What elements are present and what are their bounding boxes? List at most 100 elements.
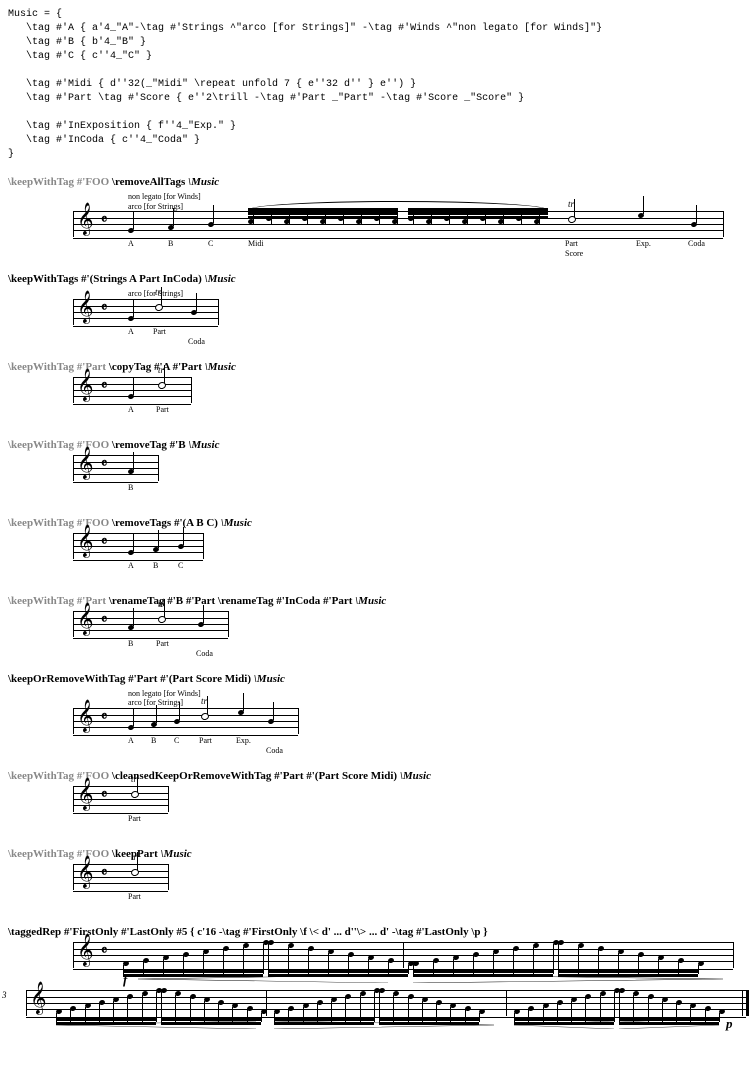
ex9-arg: \Music bbox=[161, 848, 192, 860]
ex8-cmd: \cleansedKeepOrRemoveWithTag #'Part #'(P… bbox=[112, 770, 400, 782]
time-sig-icon: 𝄴 bbox=[101, 379, 107, 395]
ex8-heading: \keepWithTag #'FOO \cleansedKeepOrRemove… bbox=[8, 770, 748, 782]
ex7-cmd: \keepOrRemoveWithTag #'Part #'(Part Scor… bbox=[8, 673, 254, 685]
ex1-ann1: non legato [for Winds] bbox=[128, 192, 748, 202]
crescendo-icon bbox=[138, 974, 388, 982]
ex6-arg: \Music bbox=[355, 595, 386, 607]
lbl-part: Part bbox=[156, 639, 169, 648]
lbl-exp: Exp. bbox=[236, 736, 251, 745]
time-sig-icon: 𝄴 bbox=[101, 788, 107, 804]
ex1-staff: non legato [for Winds] arco [for Strings… bbox=[73, 192, 748, 259]
lbl-b: B bbox=[128, 639, 133, 648]
treble-clef-icon: 𝄞 bbox=[77, 703, 94, 731]
ex9-heading: \keepWithTag #'FOO \keepPart \Music bbox=[8, 848, 748, 860]
ex2-staff: arco [for Strings] 𝄞 𝄴 tr A Part Coda bbox=[73, 289, 748, 347]
lbl-c: C bbox=[178, 561, 183, 570]
ex1-heading: \keepWithTag #'FOO \removeAllTags \Music bbox=[8, 176, 748, 188]
ex2-heading: \keepWithTags #'(Strings A Part InCoda) … bbox=[8, 273, 748, 285]
lbl-c: C bbox=[208, 239, 213, 248]
lbl-part: Part bbox=[128, 814, 141, 823]
treble-clef-icon: 𝄞 bbox=[77, 781, 94, 809]
ex5-prefix: \keepWithTag #'FOO bbox=[8, 517, 112, 529]
ex4-arg: \Music bbox=[188, 439, 219, 451]
lbl-coda: Coda bbox=[266, 746, 283, 755]
ex1-prefix: \keepWithTag #'FOO bbox=[8, 176, 112, 188]
lbl-part: Part bbox=[565, 239, 578, 248]
ex5-cmd: \removeTags #'(A B C) bbox=[112, 517, 221, 529]
ex7-staff: non legato [for Winds] arco [for Strings… bbox=[73, 689, 748, 756]
lbl-part: Part bbox=[156, 405, 169, 414]
ex5-heading: \keepWithTag #'FOO \removeTags #'(A B C)… bbox=[8, 517, 748, 529]
ex1-arg: \Music bbox=[188, 176, 219, 188]
time-sig-icon: 𝄴 bbox=[101, 535, 107, 551]
lbl-a: A bbox=[128, 327, 134, 336]
time-sig-icon: 𝄴 bbox=[101, 301, 107, 317]
decrescendo-icon bbox=[274, 1020, 494, 1028]
time-sig-icon: 𝄴 bbox=[101, 944, 107, 960]
treble-clef-icon: 𝄞 bbox=[77, 528, 94, 556]
decrescendo-icon bbox=[619, 1020, 719, 1028]
bar-number: 3 bbox=[2, 990, 7, 1000]
ex10-arg: { c'16 -\tag #'FirstOnly \f \< d' ... d'… bbox=[190, 926, 487, 938]
ex9-prefix: \keepWithTag #'FOO bbox=[8, 848, 112, 860]
time-sig-icon: 𝄴 bbox=[101, 866, 107, 882]
lbl-b: B bbox=[151, 736, 156, 745]
treble-clef-icon: 𝄞 bbox=[77, 372, 94, 400]
ex4-prefix: \keepWithTag #'FOO bbox=[8, 439, 112, 451]
lbl-a: A bbox=[128, 561, 134, 570]
lbl-part: Part bbox=[128, 892, 141, 901]
ex2-arg: \Music bbox=[205, 273, 236, 285]
lbl-midi: Midi bbox=[248, 239, 264, 248]
ex3-heading: \keepWithTag #'Part \copyTag #'A #'Part … bbox=[8, 361, 748, 373]
lbl-exp: Exp. bbox=[636, 239, 651, 248]
ex10-staff-line1: 𝄞 𝄴 f bbox=[73, 942, 748, 968]
dynamic-p: p bbox=[726, 1016, 733, 1032]
ex3-staff: 𝄞 𝄴 tr A Part bbox=[73, 377, 748, 425]
treble-clef-icon: 𝄞 bbox=[77, 206, 94, 234]
ex10-cmd: \taggedRep #'FirstOnly #'LastOnly #5 bbox=[8, 926, 190, 938]
lbl-coda: Coda bbox=[188, 337, 205, 346]
ex6-cmd: \renameTag #'B #'Part \renameTag #'InCod… bbox=[109, 595, 355, 607]
ex8-arg: \Music bbox=[400, 770, 431, 782]
lbl-part: Part bbox=[199, 736, 212, 745]
dynamic-f: f bbox=[123, 972, 127, 988]
lbl-b: B bbox=[153, 561, 158, 570]
time-sig-icon: 𝄴 bbox=[101, 710, 107, 726]
lbl-b: B bbox=[128, 483, 133, 492]
ex8-staff: 𝄞 𝄴 tr Part bbox=[73, 786, 748, 834]
ex7-ann2: arco [for Strings] bbox=[128, 698, 748, 708]
lbl-part: Part bbox=[153, 327, 166, 336]
ex4-heading: \keepWithTag #'FOO \removeTag #'B \Music bbox=[8, 439, 748, 451]
ex2-ann: arco [for Strings] bbox=[128, 289, 748, 299]
ex7-arg: \Music bbox=[254, 673, 285, 685]
time-sig-icon: 𝄴 bbox=[101, 613, 107, 629]
treble-clef-icon: 𝄞 bbox=[77, 937, 94, 965]
treble-clef-icon: 𝄞 bbox=[77, 859, 94, 887]
lbl-coda: Coda bbox=[688, 239, 705, 248]
lbl-a: A bbox=[128, 405, 134, 414]
lbl-score: Score bbox=[565, 249, 583, 258]
ex5-staff: 𝄞 𝄴 A B C bbox=[73, 533, 748, 581]
ex2-cmd: \keepWithTags #'(Strings A Part InCoda) bbox=[8, 273, 205, 285]
treble-clef-icon: 𝄞 bbox=[77, 606, 94, 634]
ex3-arg: \Music bbox=[205, 361, 236, 373]
ex6-heading: \keepWithTag #'Part \renameTag #'B #'Par… bbox=[8, 595, 748, 607]
ex4-cmd: \removeTag #'B bbox=[112, 439, 188, 451]
ex10-heading: \taggedRep #'FirstOnly #'LastOnly #5 { c… bbox=[8, 926, 748, 938]
ex6-staff: 𝄞 𝄴 tr B Part Coda bbox=[73, 611, 748, 659]
lbl-coda: Coda bbox=[196, 649, 213, 658]
lbl-a: A bbox=[128, 736, 134, 745]
ex5-arg: \Music bbox=[221, 517, 252, 529]
ex8-prefix: \keepWithTag #'FOO bbox=[8, 770, 112, 782]
time-sig-icon: 𝄴 bbox=[101, 457, 107, 473]
crescendo-icon bbox=[514, 1020, 614, 1028]
treble-clef-icon: 𝄞 bbox=[30, 985, 47, 1013]
crescendo-icon bbox=[56, 1020, 256, 1028]
ex7-heading: \keepOrRemoveWithTag #'Part #'(Part Scor… bbox=[8, 673, 748, 685]
treble-clef-icon: 𝄞 bbox=[77, 450, 94, 478]
ex10-staff-line2: 𝄞 p bbox=[8, 990, 748, 1032]
treble-clef-icon: 𝄞 bbox=[77, 294, 94, 322]
lbl-c: C bbox=[174, 736, 179, 745]
lbl-a: A bbox=[128, 239, 134, 248]
ex7-ann1: non legato [for Winds] bbox=[128, 689, 748, 699]
